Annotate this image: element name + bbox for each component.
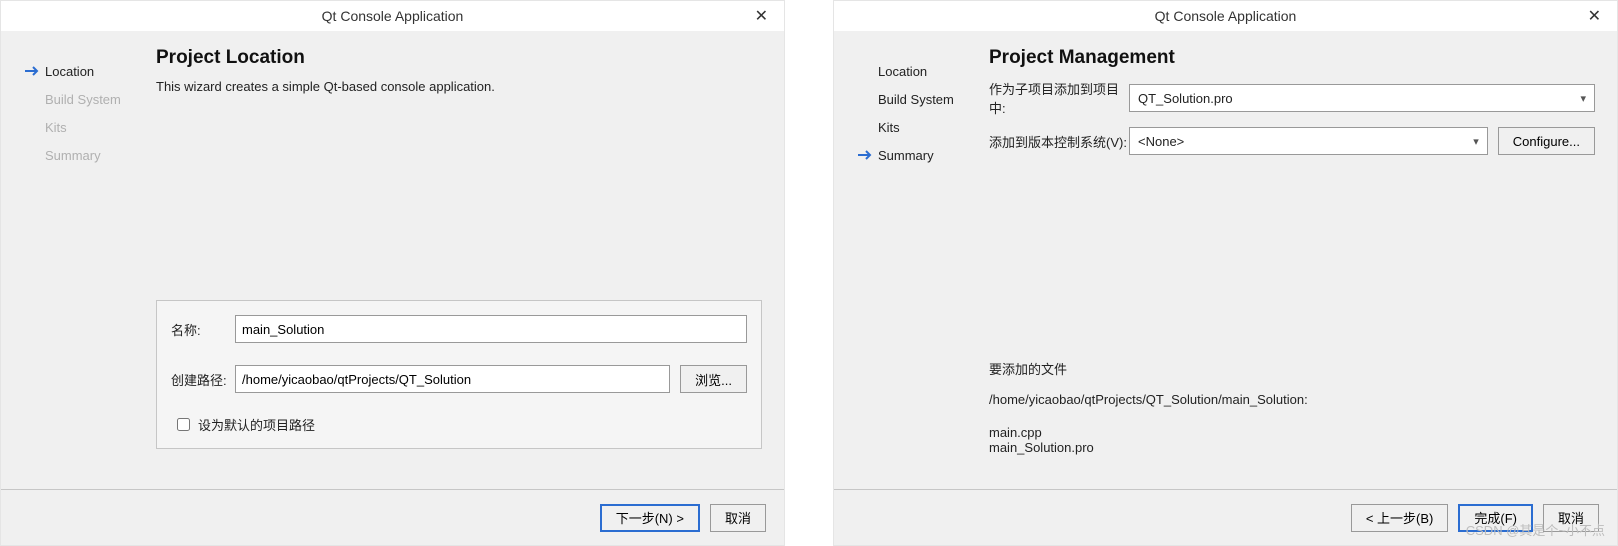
vcs-value: <None> — [1138, 134, 1184, 149]
step-summary: Summary — [858, 145, 973, 165]
wizard-body: Location Build System Kits Summary Proje… — [834, 31, 1617, 489]
step-kits: Kits — [25, 117, 140, 137]
files-header: 要添加的文件 — [989, 359, 1595, 378]
row-name: 名称: — [171, 315, 747, 343]
cancel-button[interactable]: 取消 — [1543, 504, 1599, 532]
window-title: Qt Console Application — [834, 8, 1617, 24]
browse-button[interactable]: 浏览... — [680, 365, 747, 393]
row-path: 创建路径: 浏览... — [171, 365, 747, 393]
step-summary: Summary — [25, 145, 140, 165]
step-label: Summary — [878, 148, 934, 163]
subproject-label: 作为子项目添加到项目中: — [989, 79, 1129, 117]
vcs-select[interactable]: <None> — [1129, 127, 1488, 155]
step-label: Build System — [878, 92, 954, 107]
footer: 下一步(N) > 取消 — [1, 489, 784, 545]
step-label: Kits — [878, 120, 900, 135]
path-label: 创建路径: — [171, 370, 235, 389]
cancel-button[interactable]: 取消 — [710, 504, 766, 532]
finish-button[interactable]: 完成(F) — [1458, 504, 1533, 532]
steps-sidebar: Location Build System Kits Summary — [834, 31, 979, 489]
page-description: This wizard creates a simple Qt-based co… — [156, 79, 762, 94]
arrow-right-icon — [25, 66, 45, 76]
steps-sidebar: Location Build System Kits Summary — [1, 31, 146, 489]
row-vcs: 添加到版本控制系统(V): <None> Configure... — [989, 127, 1595, 155]
titlebar: Qt Console Application ✕ — [1, 1, 784, 31]
wizard-body: Location Build System Kits Summary Proje… — [1, 31, 784, 489]
step-label: Summary — [45, 148, 101, 163]
step-build-system: Build System — [25, 89, 140, 109]
page-title: Project Location — [156, 47, 762, 69]
step-label: Location — [878, 64, 927, 79]
step-build-system: Build System — [858, 89, 973, 109]
content-area: Project Location This wizard creates a s… — [146, 31, 784, 489]
form-panel: 名称: 创建路径: 浏览... 设为默认的项目路径 — [156, 300, 762, 449]
name-label: 名称: — [171, 320, 235, 339]
subproject-value: QT_Solution.pro — [1138, 91, 1233, 106]
file-item: main.cpp — [989, 425, 1595, 440]
wizard-summary: Qt Console Application ✕ Location Build … — [833, 0, 1618, 546]
file-item: main_Solution.pro — [989, 440, 1595, 455]
step-location: Location — [25, 61, 140, 81]
step-label: Build System — [45, 92, 121, 107]
configure-button[interactable]: Configure... — [1498, 127, 1595, 155]
default-path-checkbox[interactable] — [177, 418, 190, 431]
footer: < 上一步(B) 完成(F) 取消 — [834, 489, 1617, 545]
vcs-label: 添加到版本控制系统(V): — [989, 132, 1129, 151]
row-subproject: 作为子项目添加到项目中: QT_Solution.pro — [989, 79, 1595, 117]
step-location: Location — [858, 61, 973, 81]
files-path: /home/yicaobao/qtProjects/QT_Solution/ma… — [989, 392, 1595, 407]
default-path-label: 设为默认的项目路径 — [198, 415, 315, 434]
subproject-select[interactable]: QT_Solution.pro — [1129, 84, 1595, 112]
titlebar: Qt Console Application ✕ — [834, 1, 1617, 31]
name-input[interactable] — [235, 315, 747, 343]
step-label: Location — [45, 64, 94, 79]
page-title: Project Management — [989, 47, 1595, 69]
back-button[interactable]: < 上一步(B) — [1351, 504, 1449, 532]
row-default-path: 设为默认的项目路径 — [171, 415, 747, 434]
window-title: Qt Console Application — [1, 8, 784, 24]
arrow-right-icon — [858, 150, 878, 160]
content-area: Project Management 作为子项目添加到项目中: QT_Solut… — [979, 31, 1617, 489]
step-label: Kits — [45, 120, 67, 135]
step-kits: Kits — [858, 117, 973, 137]
path-input[interactable] — [235, 365, 670, 393]
files-to-add: 要添加的文件 /home/yicaobao/qtProjects/QT_Solu… — [989, 359, 1595, 455]
wizard-location: Qt Console Application ✕ Location Build … — [0, 0, 785, 546]
next-button[interactable]: 下一步(N) > — [600, 504, 700, 532]
